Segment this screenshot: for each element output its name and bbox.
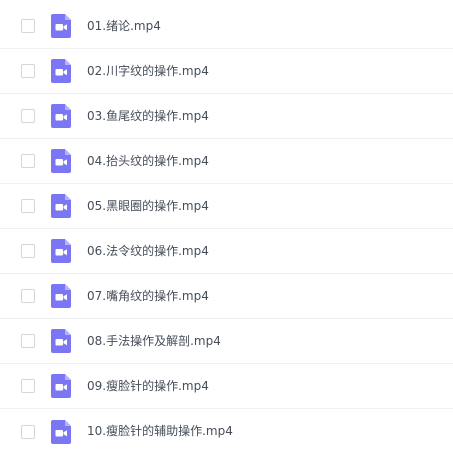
file-name[interactable]: 08.手法操作及解剖.mp4 (87, 319, 221, 364)
file-name[interactable]: 03.鱼尾纹的操作.mp4 (87, 94, 209, 139)
row-checkbox[interactable] (21, 379, 35, 393)
file-name[interactable]: 01.绪论.mp4 (87, 4, 161, 49)
video-file-icon (51, 329, 71, 353)
row-checkbox[interactable] (21, 154, 35, 168)
file-row[interactable]: 05.黑眼圈的操作.mp4 (0, 184, 453, 229)
file-row[interactable]: 06.法令纹的操作.mp4 (0, 229, 453, 274)
file-row[interactable]: 02.川字纹的操作.mp4 (0, 49, 453, 94)
row-checkbox[interactable] (21, 334, 35, 348)
video-file-icon (51, 194, 71, 218)
file-name[interactable]: 06.法令纹的操作.mp4 (87, 229, 209, 274)
file-name[interactable]: 02.川字纹的操作.mp4 (87, 49, 209, 94)
file-row[interactable]: 09.瘦脸针的操作.mp4 (0, 364, 453, 409)
row-checkbox[interactable] (21, 244, 35, 258)
file-row[interactable]: 03.鱼尾纹的操作.mp4 (0, 94, 453, 139)
video-file-icon (51, 104, 71, 128)
video-file-icon (51, 149, 71, 173)
file-name[interactable]: 04.抬头纹的操作.mp4 (87, 139, 209, 184)
file-name[interactable]: 07.嘴角纹的操作.mp4 (87, 274, 209, 319)
file-row[interactable]: 07.嘴角纹的操作.mp4 (0, 274, 453, 319)
row-checkbox[interactable] (21, 64, 35, 78)
video-file-icon (51, 284, 71, 308)
video-file-icon (51, 374, 71, 398)
file-name[interactable]: 09.瘦脸针的操作.mp4 (87, 364, 209, 409)
file-row[interactable]: 10.瘦脸针的辅助操作.mp4 (0, 409, 453, 454)
row-checkbox[interactable] (21, 424, 35, 439)
row-checkbox[interactable] (21, 109, 35, 123)
file-row[interactable]: 04.抬头纹的操作.mp4 (0, 139, 453, 184)
row-checkbox[interactable] (21, 289, 35, 303)
file-row[interactable]: 08.手法操作及解剖.mp4 (0, 319, 453, 364)
file-list: 01.绪论.mp4 02.川字纹的操作.mp4 03.鱼尾纹的操作.mp4 04… (0, 0, 453, 451)
video-file-icon (51, 239, 71, 263)
row-checkbox[interactable] (21, 19, 35, 33)
file-row[interactable]: 01.绪论.mp4 (0, 4, 453, 49)
file-name[interactable]: 10.瘦脸针的辅助操作.mp4 (87, 409, 233, 454)
row-checkbox[interactable] (21, 199, 35, 213)
video-file-icon (51, 14, 71, 38)
video-file-icon (51, 59, 71, 83)
file-name[interactable]: 05.黑眼圈的操作.mp4 (87, 184, 209, 229)
video-file-icon (51, 419, 71, 444)
